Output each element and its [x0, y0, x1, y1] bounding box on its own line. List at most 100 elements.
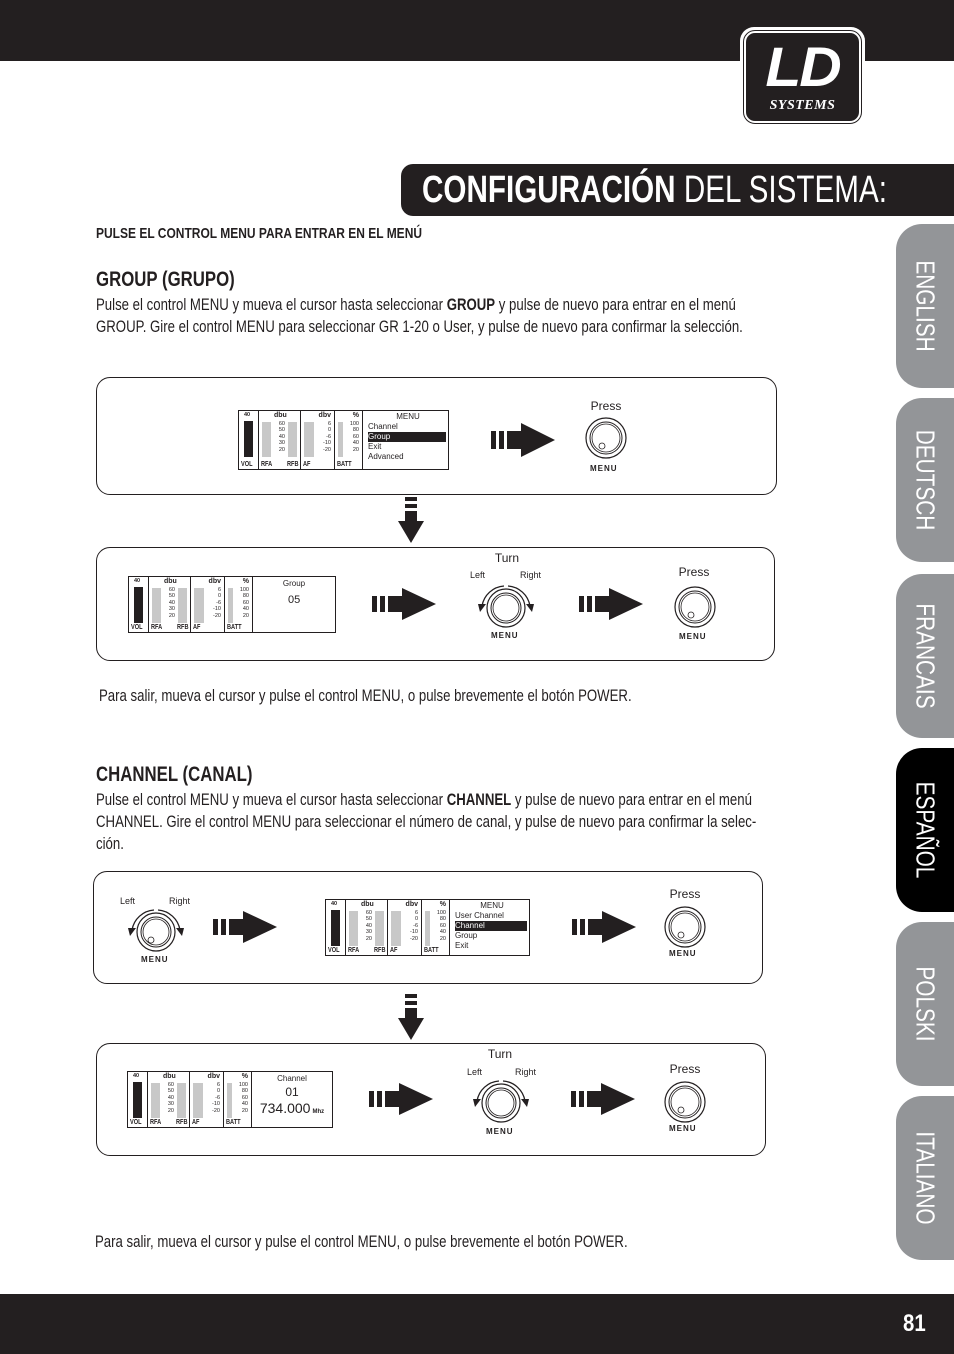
rfa-label: RFA [150, 1119, 162, 1126]
menu-instruction: PULSE EL CONTROL MENU PARA ENTRAR EN EL … [96, 225, 423, 242]
knob-menu-label: MENU [491, 631, 519, 640]
menu-item[interactable]: Exit [455, 941, 529, 951]
dbu-scale: 60 50 40 30 20 [273, 421, 285, 453]
right-label: Right [520, 570, 542, 580]
menu-title: MENU [396, 412, 420, 421]
rfa-bar [152, 588, 161, 623]
menu-knob-press-icon[interactable] [663, 905, 707, 951]
rfa-bar [262, 422, 271, 457]
batt-bar [228, 588, 233, 623]
menu-knob-press-icon[interactable] [584, 416, 628, 462]
vol-bar [244, 421, 253, 457]
menu-knob-turn-icon[interactable] [124, 906, 188, 956]
right-arrow-icon [213, 911, 277, 943]
tab-deutsch[interactable]: DEUTSCH [896, 398, 954, 562]
vol-bar [133, 1082, 142, 1118]
percent-tick: 20 [242, 612, 249, 619]
vol-meter: 40 VOL [128, 1072, 148, 1127]
frequency-value: 734.000 [259, 1100, 311, 1116]
press-label: Press [669, 1062, 701, 1076]
menu-item[interactable]: Group [368, 432, 446, 442]
press-label: Press [669, 887, 701, 901]
rfb-label: RFB [176, 1119, 188, 1126]
menu-item[interactable]: User Channel [455, 911, 529, 921]
screen-value: 01 [285, 1085, 299, 1099]
vol-meter: 40 VOL [326, 900, 346, 955]
channel-keyword: CHANNEL [446, 791, 512, 809]
batt-bar [425, 911, 430, 946]
batt-bar [227, 1083, 232, 1118]
menu-item[interactable]: Group [455, 931, 529, 941]
rfa-label: RFA [261, 461, 273, 468]
channel-heading: CHANNEL (CANAL) [96, 763, 253, 786]
exit-note-text: Para salir, mueva el cursor y pulse el c… [95, 1233, 628, 1251]
right-label: Right [169, 896, 191, 906]
channel-paragraph: Pulse el control MENU y mueva el cursor … [96, 789, 921, 855]
group-heading: GROUP (GRUPO) [96, 268, 235, 291]
dbu-meter: dbu 60 50 40 30 20 RFA RFB [148, 1072, 190, 1127]
vol-top-value: 40 [331, 901, 338, 907]
rfa-bar [151, 1083, 160, 1118]
menu-item[interactable]: Channel [455, 921, 527, 931]
exit-note-text: Para salir, mueva el cursor y pulse el c… [99, 687, 632, 705]
batt-bar [338, 422, 343, 457]
channel-para-line-1: Pulse el control MENU y mueva el cursor … [96, 789, 756, 811]
group-exit-note: Para salir, mueva el cursor y pulse el c… [99, 685, 765, 707]
af-bar [194, 588, 204, 623]
dbu-tick: 20 [168, 612, 175, 619]
screen-title: Channel [277, 1074, 307, 1083]
rfb-bar [375, 911, 384, 946]
dbv-meter: dbv 6 0 -6 -10 -20 AF [388, 900, 422, 955]
frequency-unit: Mhz [312, 1109, 325, 1115]
tab-english[interactable]: ENGLISH [896, 224, 954, 388]
screen-value: 05 [288, 594, 301, 606]
dbu-tick: 20 [365, 935, 372, 942]
tab-label: DEUTSCH [910, 429, 941, 531]
percent-label: % [241, 1073, 248, 1080]
tab-francais[interactable]: FRANCAIS [896, 574, 954, 738]
text: y pulse de nuevo para entrar en el menú [495, 296, 736, 314]
page-title-light: DEL SISTEMA: [675, 169, 887, 211]
percent-scale: 100 80 60 40 20 [345, 421, 359, 453]
left-label: Left [467, 1067, 483, 1077]
tab-espanol[interactable]: ESPAÑOL [896, 748, 954, 912]
percent-tick: 20 [439, 935, 446, 942]
dbv-label: dbv [208, 578, 221, 585]
dbv-tick: -20 [323, 446, 331, 453]
af-label: AF [390, 947, 398, 954]
dbv-meter: dbv 6 0 -6 -10 -20 AF [301, 411, 335, 469]
tab-italiano[interactable]: ITALIANO [896, 1096, 954, 1260]
percent-scale: 100 80 60 40 20 [432, 910, 446, 942]
menu-knob-press-icon[interactable] [673, 585, 717, 631]
menu-knob-turn-icon[interactable] [469, 1077, 533, 1127]
knob-menu-label: MENU [669, 1124, 697, 1133]
menu-item[interactable]: Channel [368, 422, 448, 432]
channel-para-line-2: CHANNEL. Gire el control MENU para selec… [96, 813, 757, 831]
batt-label: BATT [424, 947, 439, 954]
dbv-scale: 6 0 -6 -10 -20 [206, 1082, 220, 1114]
menu-knob-turn-icon[interactable] [474, 582, 538, 632]
menu-item[interactable]: Advanced [368, 452, 448, 462]
dbu-label: dbu [164, 578, 177, 585]
screen-title: Group [282, 579, 306, 588]
af-bar [304, 422, 314, 457]
rfb-bar [288, 422, 297, 457]
text: Pulse el control MENU y mueva el cursor … [96, 791, 447, 809]
tab-polski[interactable]: POLSKI [896, 922, 954, 1086]
dbu-scale: 60 50 40 30 20 [162, 1082, 174, 1114]
rfa-label: RFA [151, 624, 163, 631]
menu-title: MENU [480, 901, 504, 910]
dbu-scale: 60 50 40 30 20 [163, 587, 175, 619]
dbu-tick: 20 [167, 1107, 174, 1114]
dbu-meter: dbu 60 50 40 30 20 RFA RFB [346, 900, 388, 955]
menu-item[interactable]: Exit [368, 442, 448, 452]
right-arrow-icon [579, 588, 643, 620]
knob-menu-label: MENU [679, 632, 707, 641]
rfa-label: RFA [348, 947, 360, 954]
rfb-label: RFB [177, 624, 189, 631]
tab-label: ITALIANO [910, 1131, 941, 1225]
dbv-tick: -20 [410, 935, 418, 942]
left-label: Left [120, 896, 136, 906]
percent-scale: 100 80 60 40 20 [234, 1082, 248, 1114]
menu-knob-press-icon[interactable] [663, 1080, 707, 1126]
